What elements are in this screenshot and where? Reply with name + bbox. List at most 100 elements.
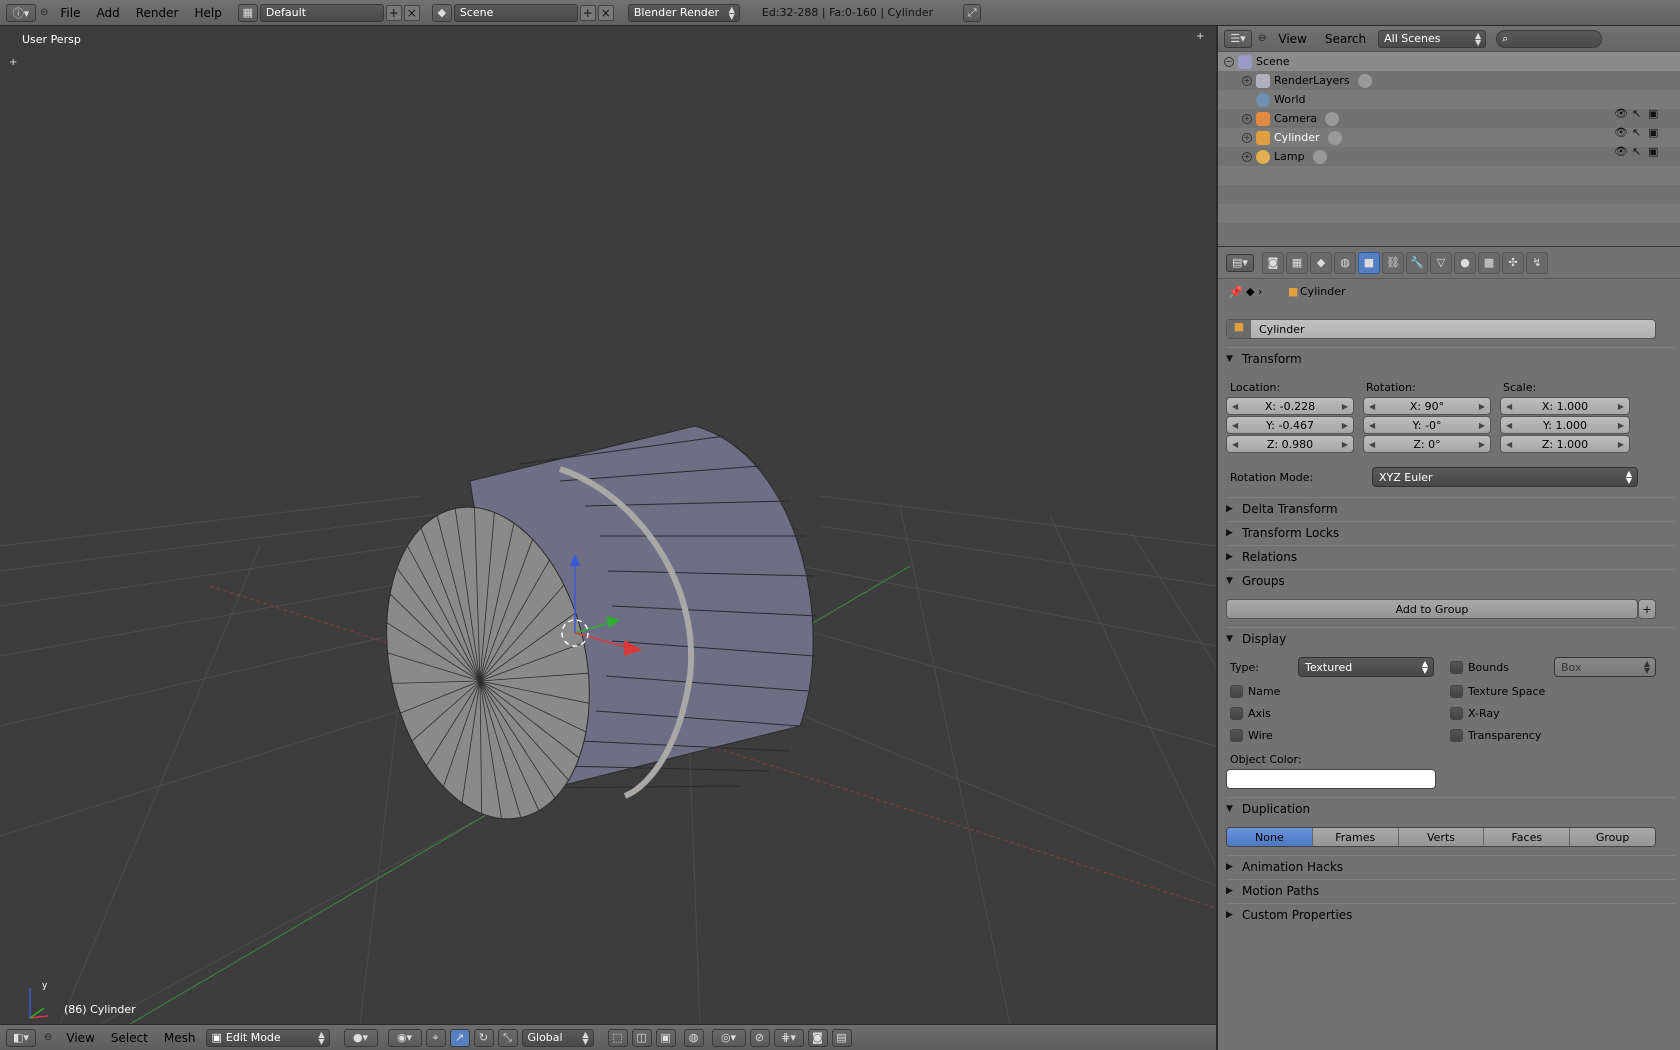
- pin-icon[interactable]: 📌: [1228, 285, 1243, 299]
- menu-file[interactable]: File: [52, 6, 88, 20]
- transparency-checkbox[interactable]: [1450, 729, 1463, 742]
- axis-checkbox[interactable]: [1230, 707, 1243, 720]
- display-type-dropdown[interactable]: Textured ▲ ▼: [1298, 657, 1434, 677]
- panel-transform-locks-header[interactable]: ▶ Transform Locks: [1226, 521, 1676, 543]
- render-animation-icon[interactable]: ▤: [831, 1028, 852, 1047]
- collapse-icon[interactable]: −: [1224, 56, 1234, 67]
- rotation-y-field[interactable]: ◀ Y: -0° ▶: [1363, 416, 1491, 434]
- translate-manipulator-icon[interactable]: ↗: [449, 1028, 470, 1047]
- render-still-icon[interactable]: ◙: [807, 1028, 828, 1047]
- tree-item-renderlayers[interactable]: + RenderLayers: [1218, 71, 1680, 90]
- tree-item-cylinder[interactable]: + Cylinder: [1218, 128, 1680, 147]
- outliner-search-input[interactable]: ⌕: [1496, 29, 1603, 48]
- new-group-plus-button[interactable]: +: [1638, 599, 1656, 619]
- world-tab-icon[interactable]: ◍: [1334, 251, 1356, 274]
- viewport-shading-icon[interactable]: ●▾: [343, 1028, 378, 1047]
- expand-icon[interactable]: +: [1242, 132, 1252, 143]
- camera-render-icon[interactable]: ▣: [1648, 107, 1658, 120]
- scene-field[interactable]: Scene: [453, 3, 578, 22]
- render-engine-dropdown[interactable]: Blender Render ▲ ▼: [627, 3, 740, 22]
- limit-selection-icon[interactable]: ◍: [683, 1028, 704, 1047]
- snap-toggle-icon[interactable]: ⊘: [749, 1028, 770, 1047]
- texture-space-checkbox[interactable]: [1450, 685, 1463, 698]
- 3d-viewport[interactable]: User Persp + + y (86) Cylinder: [0, 26, 1216, 1024]
- camera-visibility-eye-icon[interactable]: 👁: [1614, 107, 1628, 120]
- edge-select-icon[interactable]: ◫: [631, 1028, 652, 1047]
- panel-animation-hacks-header[interactable]: ▶ Animation Hacks: [1226, 855, 1676, 877]
- scale-x-field[interactable]: ◀ X: 1.000 ▶: [1500, 397, 1630, 415]
- tree-item-world[interactable]: World: [1218, 90, 1680, 109]
- bounds-type-dropdown[interactable]: Box ▲ ▼: [1554, 657, 1656, 677]
- menu-help[interactable]: Help: [186, 6, 229, 20]
- texture-tab-icon[interactable]: ▩: [1478, 251, 1500, 274]
- rotate-manipulator-icon[interactable]: ↻: [473, 1028, 494, 1047]
- menu-select[interactable]: Select: [105, 1031, 154, 1045]
- add-to-group-button[interactable]: Add to Group: [1226, 599, 1638, 619]
- panel-duplication-header[interactable]: ▼ Duplication: [1226, 797, 1676, 819]
- proportional-edit-icon[interactable]: ◎▾: [711, 1028, 746, 1047]
- camera-select-arrow-icon[interactable]: ↖: [1632, 107, 1641, 120]
- fullscreen-icon[interactable]: ⤢: [963, 3, 982, 22]
- expand-icon[interactable]: +: [1242, 75, 1252, 86]
- physics-tab-icon[interactable]: ↯: [1526, 251, 1548, 274]
- screen-layout-field[interactable]: Default: [259, 3, 384, 22]
- editor-type-icon[interactable]: ◧▾: [6, 1028, 36, 1047]
- manipulator-toggle-icon[interactable]: ⌖: [425, 1028, 446, 1047]
- material-tab-icon[interactable]: ●: [1454, 251, 1476, 274]
- bounds-checkbox[interactable]: [1450, 661, 1463, 674]
- duplication-group-button[interactable]: Group: [1570, 828, 1655, 846]
- rotation-z-field[interactable]: ◀ Z: 0° ▶: [1363, 435, 1491, 453]
- object-tab-icon[interactable]: ■: [1358, 251, 1380, 274]
- menu-add[interactable]: Add: [88, 6, 127, 20]
- add-layout-icon[interactable]: +: [385, 4, 402, 21]
- cylinder-visibility-eye-icon[interactable]: 👁: [1614, 126, 1628, 139]
- add-scene-icon[interactable]: +: [579, 4, 596, 21]
- outliner-editor-icon[interactable]: ☰▾: [1224, 29, 1252, 48]
- panel-custom-properties-header[interactable]: ▶ Custom Properties: [1226, 903, 1676, 925]
- object-name-field[interactable]: ■ Cylinder: [1226, 319, 1656, 339]
- duplication-frames-button[interactable]: Frames: [1312, 828, 1399, 846]
- modifiers-tab-icon[interactable]: 🔧: [1406, 251, 1428, 274]
- wire-checkbox[interactable]: [1230, 729, 1243, 742]
- properties-editor-icon[interactable]: ▤▾: [1226, 253, 1254, 272]
- expand-icon[interactable]: +: [1242, 151, 1252, 162]
- x-ray-checkbox[interactable]: [1450, 707, 1463, 720]
- panel-transform-header[interactable]: ▼ Transform: [1226, 347, 1676, 369]
- rotation-mode-dropdown[interactable]: XYZ Euler ▲ ▼: [1372, 467, 1638, 487]
- menu-render[interactable]: Render: [128, 6, 187, 20]
- panel-display-header[interactable]: ▼ Display: [1226, 627, 1676, 649]
- remove-scene-icon[interactable]: ×: [597, 4, 614, 21]
- render-tab-icon[interactable]: ◙: [1262, 251, 1284, 274]
- face-select-icon[interactable]: ▣: [655, 1028, 676, 1047]
- object-color-swatch[interactable]: [1226, 769, 1436, 789]
- particles-tab-icon[interactable]: ✣: [1502, 251, 1524, 274]
- pivot-point-icon[interactable]: ◉▾: [387, 1028, 422, 1047]
- panel-relations-header[interactable]: ▶ Relations: [1226, 545, 1676, 567]
- panel-groups-header[interactable]: ▼ Groups: [1226, 569, 1676, 591]
- lamp-render-icon[interactable]: ▣: [1648, 145, 1658, 158]
- tree-item-scene[interactable]: − Scene: [1218, 52, 1680, 71]
- duplication-faces-button[interactable]: Faces: [1484, 828, 1571, 846]
- location-z-field[interactable]: ◀ Z: 0.980 ▶: [1226, 435, 1354, 453]
- render-layers-tab-icon[interactable]: ▦: [1286, 251, 1308, 274]
- duplication-none-button[interactable]: None: [1227, 828, 1313, 846]
- outliner-menu-search[interactable]: Search: [1319, 32, 1372, 46]
- duplication-verts-button[interactable]: Verts: [1398, 828, 1485, 846]
- scene-icon[interactable]: ◆: [431, 3, 452, 22]
- panel-delta-transform-header[interactable]: ▶ Delta Transform: [1226, 497, 1676, 519]
- location-x-field[interactable]: ◀ X: -0.228 ▶: [1226, 397, 1354, 415]
- lamp-visibility-eye-icon[interactable]: 👁: [1614, 145, 1628, 158]
- mode-dropdown[interactable]: ▣ Edit Mode ▲ ▼: [205, 1028, 330, 1047]
- menu-mesh[interactable]: Mesh: [158, 1031, 202, 1045]
- scale-y-field[interactable]: ◀ Y: 1.000 ▶: [1500, 416, 1630, 434]
- outliner-menu-view[interactable]: View: [1272, 32, 1312, 46]
- cylinder-select-arrow-icon[interactable]: ↖: [1632, 126, 1641, 139]
- rotation-x-field[interactable]: ◀ X: 90° ▶: [1363, 397, 1491, 415]
- mesh-data-tab-icon[interactable]: ▽: [1430, 251, 1452, 274]
- collapse-menu-icon[interactable]: ⊖: [44, 1032, 52, 1043]
- vertex-select-icon[interactable]: ⬚: [607, 1028, 628, 1047]
- expand-icon[interactable]: +: [1242, 113, 1252, 124]
- constraints-tab-icon[interactable]: ⛓: [1382, 251, 1404, 274]
- scale-z-field[interactable]: ◀ Z: 1.000 ▶: [1500, 435, 1630, 453]
- snap-element-icon[interactable]: ⋕▾: [773, 1028, 804, 1047]
